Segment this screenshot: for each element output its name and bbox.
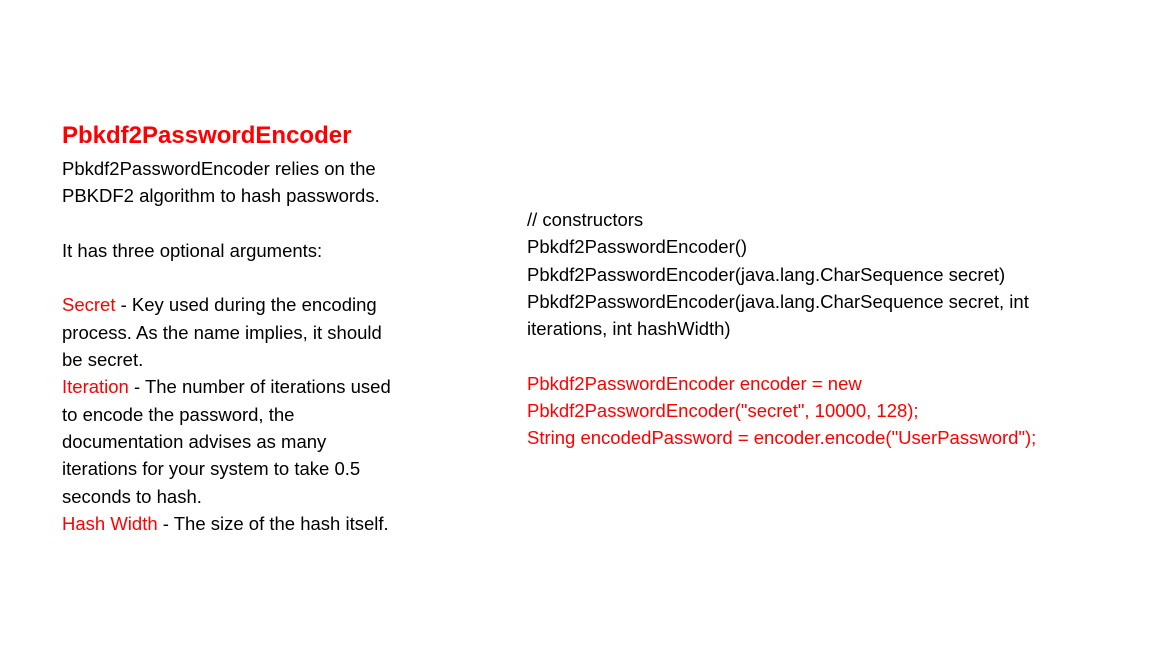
example-line: Pbkdf2PasswordEncoder("secret", 10000, 1… xyxy=(527,400,919,422)
arg-secret: Secret - Key used during the encoding xyxy=(62,291,391,318)
arg-hash-width: Hash Width - The size of the hash itself… xyxy=(62,510,391,537)
arg-desc: - Key used during the encoding xyxy=(115,294,377,316)
arg-term: Iteration xyxy=(62,376,129,398)
intro-line: Pbkdf2PasswordEncoder relies on the xyxy=(62,158,376,179)
arg-desc: documentation advises as many xyxy=(62,430,327,452)
description-column: Pbkdf2PasswordEncoder relies on the PBKD… xyxy=(62,155,391,537)
args-heading: It has three optional arguments: xyxy=(62,239,323,261)
slide-title: Pbkdf2PasswordEncoder xyxy=(62,122,352,149)
example-line: String encodedPassword = encoder.encode(… xyxy=(527,427,1037,449)
code-comment: // constructors xyxy=(527,209,644,230)
arg-term: Secret xyxy=(62,294,116,316)
arg-desc: process. As the name implies, it should xyxy=(62,321,382,343)
arg-term: Hash Width xyxy=(62,512,158,534)
arg-desc: seconds to hash. xyxy=(62,485,202,507)
arg-desc: to encode the password, the xyxy=(62,403,295,425)
arg-iteration: Iteration - The number of iterations use… xyxy=(62,373,391,400)
example-line: Pbkdf2PasswordEncoder encoder = new xyxy=(527,372,862,394)
code-line: iterations, int hashWidth) xyxy=(527,318,731,340)
arg-desc: - The number of iterations used xyxy=(128,376,391,398)
code-line: Pbkdf2PasswordEncoder(java.lang.CharSequ… xyxy=(527,290,1029,312)
intro-line: PBKDF2 algorithm to hash passwords. xyxy=(62,185,380,207)
arg-desc: be secret. xyxy=(62,349,144,371)
arg-desc: iterations for your system to take 0.5 xyxy=(62,458,361,480)
arg-desc: - The size of the hash itself. xyxy=(157,512,389,534)
code-column: // constructors Pbkdf2PasswordEncoder() … xyxy=(527,206,1036,452)
code-line: Pbkdf2PasswordEncoder(java.lang.CharSequ… xyxy=(527,263,1006,285)
code-line: Pbkdf2PasswordEncoder() xyxy=(527,236,748,258)
